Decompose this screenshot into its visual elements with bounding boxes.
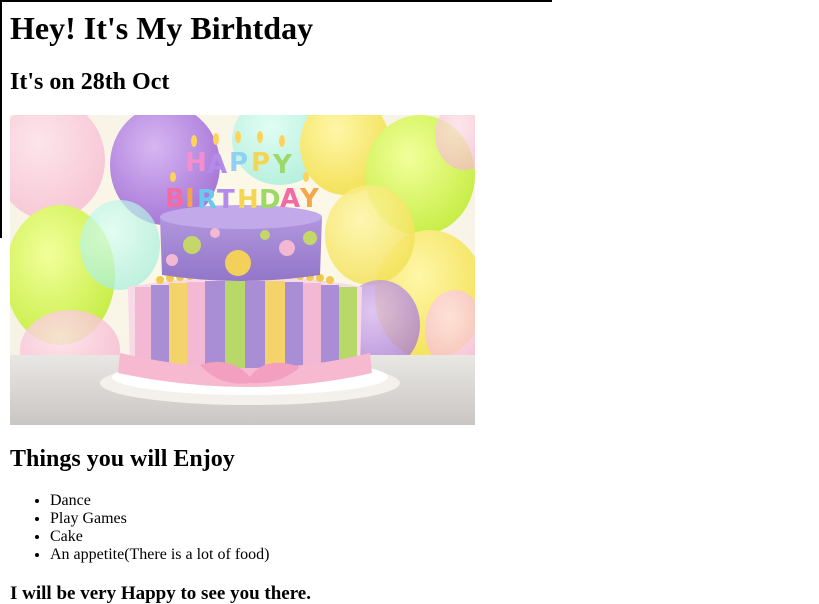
things-to-enjoy-list: Dance Play Games Cake An appetite(There … — [10, 492, 269, 564]
svg-text:H: H — [185, 148, 207, 178]
svg-text:I: I — [185, 184, 195, 214]
birthday-date-heading: It's on 28th Oct — [10, 69, 170, 95]
svg-text:T: T — [217, 185, 235, 215]
things-to-enjoy-heading: Things you will Enjoy — [10, 446, 235, 472]
svg-text:B: B — [165, 184, 185, 214]
svg-text:Y: Y — [299, 184, 320, 214]
svg-text:P: P — [229, 148, 248, 178]
page-title: Hey! It's My Birhtday — [10, 10, 314, 46]
svg-text:A: A — [207, 150, 227, 180]
svg-text:Y: Y — [272, 150, 293, 180]
window-left-border — [0, 0, 2, 238]
window-top-border — [0, 0, 552, 2]
list-item: Play Games — [50, 510, 269, 528]
svg-text:D: D — [259, 185, 281, 215]
svg-text:R: R — [197, 185, 217, 215]
list-item: An appetite(There is a lot of food) — [50, 546, 269, 564]
birthday-cake-image: H A P P Y B I R T H D A Y — [10, 115, 475, 425]
svg-text:A: A — [280, 184, 300, 214]
svg-text:H: H — [237, 185, 259, 215]
list-item: Cake — [50, 528, 269, 546]
closing-message: I will be very Happy to see you there. — [10, 583, 311, 604]
list-item: Dance — [50, 492, 269, 510]
svg-text:P: P — [251, 148, 270, 178]
